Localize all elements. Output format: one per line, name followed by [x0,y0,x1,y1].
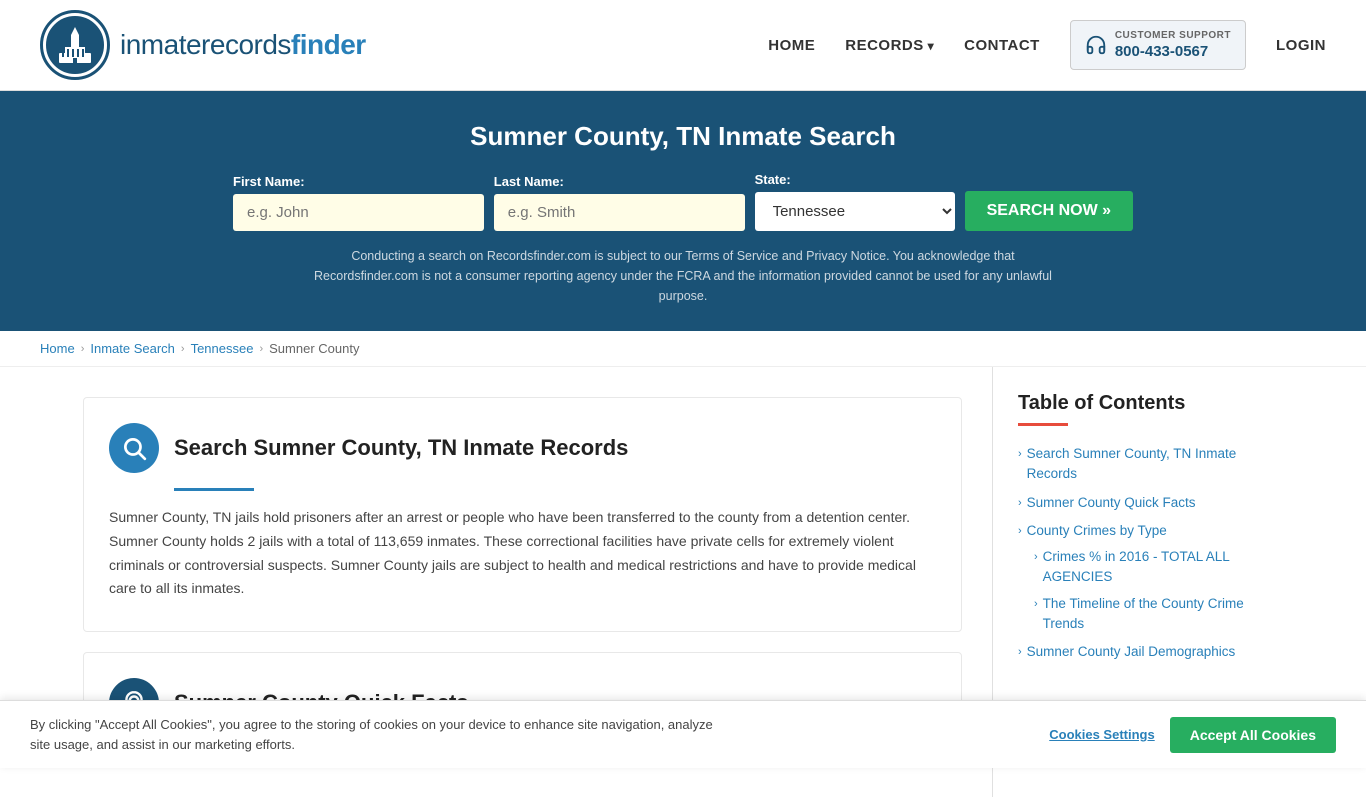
chevron-sub-icon-1: › [1034,549,1038,566]
toc-container: Table of Contents › Search Sumner County… [1018,392,1283,662]
toc-sub-item-1: › Crimes % in 2016 - TOTAL ALL AGENCIES [1034,547,1283,588]
breadcrumb-sep-3: › [259,343,263,355]
toc-item-2: › Sumner County Quick Facts [1018,493,1283,513]
section1-title: Search Sumner County, TN Inmate Records [174,435,628,461]
last-name-group: Last Name: [494,174,745,231]
first-name-input[interactable] [233,194,484,231]
logo-text: inmaterecordsfinder [120,29,366,61]
main-nav: HOME RECORDS CONTACT CUSTOMER SUPPORT 80… [768,20,1326,71]
hero-section: Sumner County, TN Inmate Search First Na… [0,91,1366,331]
state-group: State: Tennessee [755,172,955,231]
support-label: CUSTOMER SUPPORT [1115,29,1231,42]
toc-link-4[interactable]: › Sumner County Jail Demographics [1018,642,1283,662]
cookie-banner: By clicking "Accept All Cookies", you ag… [0,700,1366,768]
breadcrumb-home[interactable]: Home [40,341,75,356]
section-inmate-records: Search Sumner County, TN Inmate Records … [83,397,962,632]
logo-area: inmaterecordsfinder [40,10,366,80]
toc-underline [1018,423,1068,426]
first-name-group: First Name: [233,174,484,231]
toc-link-1[interactable]: › Search Sumner County, TN Inmate Record… [1018,444,1283,485]
chevron-icon-3: › [1018,523,1022,540]
breadcrumb: Home › Inmate Search › Tennessee › Sumne… [0,331,1366,367]
section1-body: Sumner County, TN jails hold prisoners a… [109,506,936,601]
logo-icon [40,10,110,80]
breadcrumb-sep-1: › [81,343,85,355]
chevron-icon-4: › [1018,644,1022,661]
accept-cookies-button[interactable]: Accept All Cookies [1170,717,1336,753]
toc-item-1: › Search Sumner County, TN Inmate Record… [1018,444,1283,485]
disclaimer-text: Conducting a search on Recordsfinder.com… [308,246,1058,306]
last-name-input[interactable] [494,194,745,231]
site-header: inmaterecordsfinder HOME RECORDS CONTACT… [0,0,1366,91]
support-text: CUSTOMER SUPPORT 800-433-0567 [1115,29,1231,62]
chevron-icon-1: › [1018,446,1022,463]
breadcrumb-sep-2: › [181,343,185,355]
search-section-icon [109,423,159,473]
toc-sub-item-2: › The Timeline of the County Crime Trend… [1034,594,1283,635]
breadcrumb-tennessee[interactable]: Tennessee [191,341,254,356]
section1-underline [174,488,254,491]
magnifier-icon [121,435,147,461]
toc-list: › Search Sumner County, TN Inmate Record… [1018,444,1283,662]
chevron-icon-2: › [1018,495,1022,512]
support-number: 800-433-0567 [1115,42,1231,62]
toc-title: Table of Contents [1018,392,1283,415]
last-name-label: Last Name: [494,174,745,189]
state-select[interactable]: Tennessee [755,192,955,231]
toc-sub-link-1[interactable]: › Crimes % in 2016 - TOTAL ALL AGENCIES [1034,547,1283,588]
nav-contact[interactable]: CONTACT [964,37,1040,54]
login-button[interactable]: LOGIN [1276,37,1326,54]
customer-support[interactable]: CUSTOMER SUPPORT 800-433-0567 [1070,20,1246,71]
toc-item-3: › County Crimes by Type › Crimes % in 20… [1018,521,1283,634]
toc-link-2[interactable]: › Sumner County Quick Facts [1018,493,1283,513]
chevron-sub-icon-2: › [1034,596,1038,613]
nav-records[interactable]: RECORDS [845,37,934,54]
cookies-settings-button[interactable]: Cookies Settings [1049,727,1154,742]
section1-header: Search Sumner County, TN Inmate Records [109,423,936,473]
breadcrumb-inmate-search[interactable]: Inmate Search [90,341,175,356]
cookie-text: By clicking "Accept All Cookies", you ag… [30,715,730,754]
cookie-actions: Cookies Settings Accept All Cookies [1049,717,1336,753]
toc-link-3[interactable]: › County Crimes by Type [1018,521,1283,541]
toc-sub-list: › Crimes % in 2016 - TOTAL ALL AGENCIES … [1018,547,1283,634]
breadcrumb-sumner-county: Sumner County [269,341,359,356]
headset-icon [1085,34,1107,56]
first-name-label: First Name: [233,174,484,189]
search-form: First Name: Last Name: State: Tennessee … [233,172,1133,231]
state-label: State: [755,172,955,187]
toc-sub-link-2[interactable]: › The Timeline of the County Crime Trend… [1034,594,1283,635]
nav-home[interactable]: HOME [768,37,815,54]
hero-title: Sumner County, TN Inmate Search [40,121,1326,152]
search-button[interactable]: SEARCH NOW » [965,191,1133,231]
toc-item-4: › Sumner County Jail Demographics [1018,642,1283,662]
